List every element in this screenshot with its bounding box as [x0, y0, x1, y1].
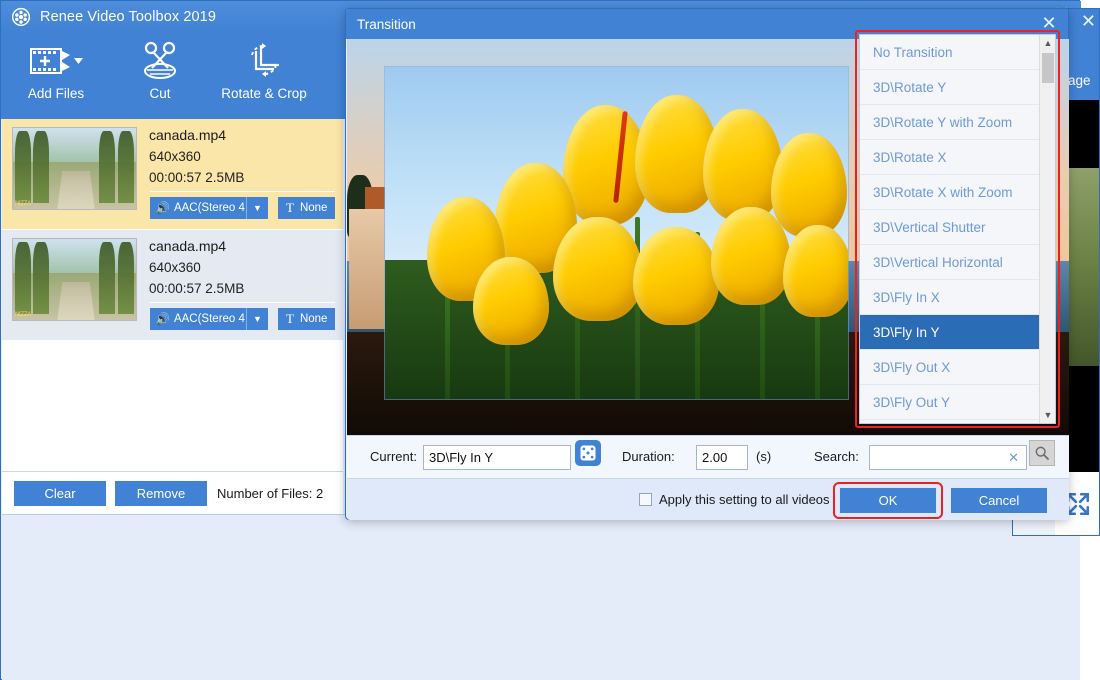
- video-thumbnail: NIZZA: [12, 238, 137, 321]
- toolbar-item-rotate-crop[interactable]: Rotate & Crop: [212, 38, 316, 116]
- transition-list[interactable]: No Transition 3D\Rotate Y 3D\Rotate Y wi…: [859, 34, 1056, 424]
- divider: [150, 302, 335, 303]
- list-item[interactable]: 3D\Vertical Shutter: [860, 210, 1055, 245]
- transition-list-scrollbar[interactable]: ▲ ▼: [1039, 35, 1055, 423]
- text-t-icon: T: [286, 311, 294, 326]
- toolbar-item-add-files[interactable]: Add Files: [4, 38, 108, 116]
- clear-button[interactable]: Clear: [14, 480, 106, 506]
- speaker-icon: 🔊: [155, 312, 170, 326]
- current-transition-field[interactable]: 3D\Fly In Y: [423, 445, 571, 470]
- duration-unit-label: (s): [756, 449, 772, 464]
- toolbar-label-add-files: Add Files: [27, 86, 85, 101]
- audio-dropdown-caret-icon[interactable]: ▼: [246, 308, 268, 330]
- list-item[interactable]: No Transition: [860, 35, 1055, 70]
- toolbar-item-cut[interactable]: Cut: [108, 38, 212, 116]
- preview-transitioning-frame: [385, 67, 848, 399]
- speaker-icon: 🔊: [155, 201, 170, 215]
- search-button[interactable]: [1029, 440, 1055, 466]
- add-files-icon: [28, 38, 84, 84]
- duration-value: 2.00: [702, 450, 728, 465]
- close-icon[interactable]: ✕: [1081, 11, 1096, 32]
- duration-label: Duration:: [622, 449, 675, 464]
- list-item-selected[interactable]: 3D\Fly In Y: [860, 315, 1055, 350]
- subtitle-button[interactable]: T None: [278, 197, 336, 219]
- search-label: Search:: [814, 449, 859, 464]
- file-duration-size: 00:00:57 2.5MB: [149, 281, 245, 296]
- file-name: canada.mp4: [149, 127, 227, 143]
- ok-button[interactable]: OK: [840, 488, 936, 513]
- video-thumbnail: NIZZA: [12, 127, 137, 210]
- file-list-toolbar: Clear Remove Number of Files: 2: [2, 472, 343, 514]
- table-row[interactable]: NIZZA canada.mp4 640x360 00:00:57 2.5MB …: [2, 119, 343, 230]
- audio-track-button[interactable]: 🔊 AAC(Stereo 4: [150, 308, 246, 330]
- film-reel-icon: [11, 7, 31, 27]
- toolbar-label-rotate-crop: Rotate & Crop: [221, 86, 307, 101]
- settings-panel: Merge all files into one Enable GPU Acce…: [2, 514, 1080, 680]
- file-name: canada.mp4: [149, 238, 227, 254]
- list-item[interactable]: 3D\Vertical Horizontal: [860, 245, 1055, 280]
- search-input[interactable]: ✕: [869, 445, 1027, 470]
- chevron-down-icon[interactable]: ▼: [1040, 407, 1055, 423]
- list-item[interactable]: 3D\Rotate X with Zoom: [860, 175, 1055, 210]
- dialog-footer: Apply this setting to all videos OK Canc…: [347, 478, 1069, 520]
- toolbar-label-cut: Cut: [149, 86, 171, 101]
- subtitle-label: None: [299, 313, 328, 325]
- list-item[interactable]: 3D\Fly Out Y: [860, 385, 1055, 420]
- dialog-title: Transition: [357, 16, 416, 32]
- apply-to-all-label: Apply this setting to all videos: [659, 492, 830, 507]
- clear-x-icon[interactable]: ✕: [1008, 450, 1019, 466]
- list-item[interactable]: 3D\Rotate Y with Zoom: [860, 105, 1055, 140]
- apply-to-all-videos-checkbox[interactable]: Apply this setting to all videos: [639, 492, 830, 507]
- app-title: Renee Video Toolbox 2019: [40, 8, 217, 25]
- cancel-button[interactable]: Cancel: [951, 488, 1047, 513]
- file-duration-size: 00:00:57 2.5MB: [149, 170, 245, 185]
- audio-track-label: AAC(Stereo 4: [173, 313, 245, 325]
- audio-track-button[interactable]: 🔊 AAC(Stereo 4: [150, 197, 246, 219]
- file-resolution: 640x360: [149, 260, 201, 275]
- audio-track-label: AAC(Stereo 4: [173, 202, 245, 214]
- dialog-controls: Current: 3D\Fly In Y Duration: 2.00 (s) …: [347, 435, 1069, 478]
- checkbox-box: [639, 493, 652, 506]
- list-item[interactable]: 3D\Fly Out X: [860, 350, 1055, 385]
- scrollbar-thumb[interactable]: [1042, 53, 1054, 83]
- current-label: Current:: [370, 449, 417, 464]
- duration-field[interactable]: 2.00: [696, 445, 748, 470]
- current-transition-value: 3D\Fly In Y: [429, 450, 494, 465]
- random-transition-button[interactable]: [575, 440, 601, 466]
- list-item[interactable]: 3D\Rotate X: [860, 140, 1055, 175]
- rotate-crop-icon: [242, 38, 286, 84]
- subtitle-label: None: [299, 202, 328, 214]
- subtitle-button[interactable]: T None: [278, 308, 336, 330]
- chevron-up-icon[interactable]: ▲: [1040, 35, 1055, 51]
- file-list[interactable]: NIZZA canada.mp4 640x360 00:00:57 2.5MB …: [2, 119, 343, 472]
- text-t-icon: T: [286, 200, 294, 215]
- divider: [150, 191, 335, 192]
- audio-dropdown-caret-icon[interactable]: ▼: [246, 197, 268, 219]
- list-item[interactable]: 3D\Fly In X: [860, 280, 1055, 315]
- table-row[interactable]: NIZZA canada.mp4 640x360 00:00:57 2.5MB …: [2, 230, 343, 341]
- scissors-icon: [138, 38, 182, 84]
- remove-button[interactable]: Remove: [115, 480, 207, 506]
- file-resolution: 640x360: [149, 149, 201, 164]
- list-item[interactable]: 3D\Rotate Y: [860, 70, 1055, 105]
- file-count-label: Number of Files: 2: [217, 485, 324, 501]
